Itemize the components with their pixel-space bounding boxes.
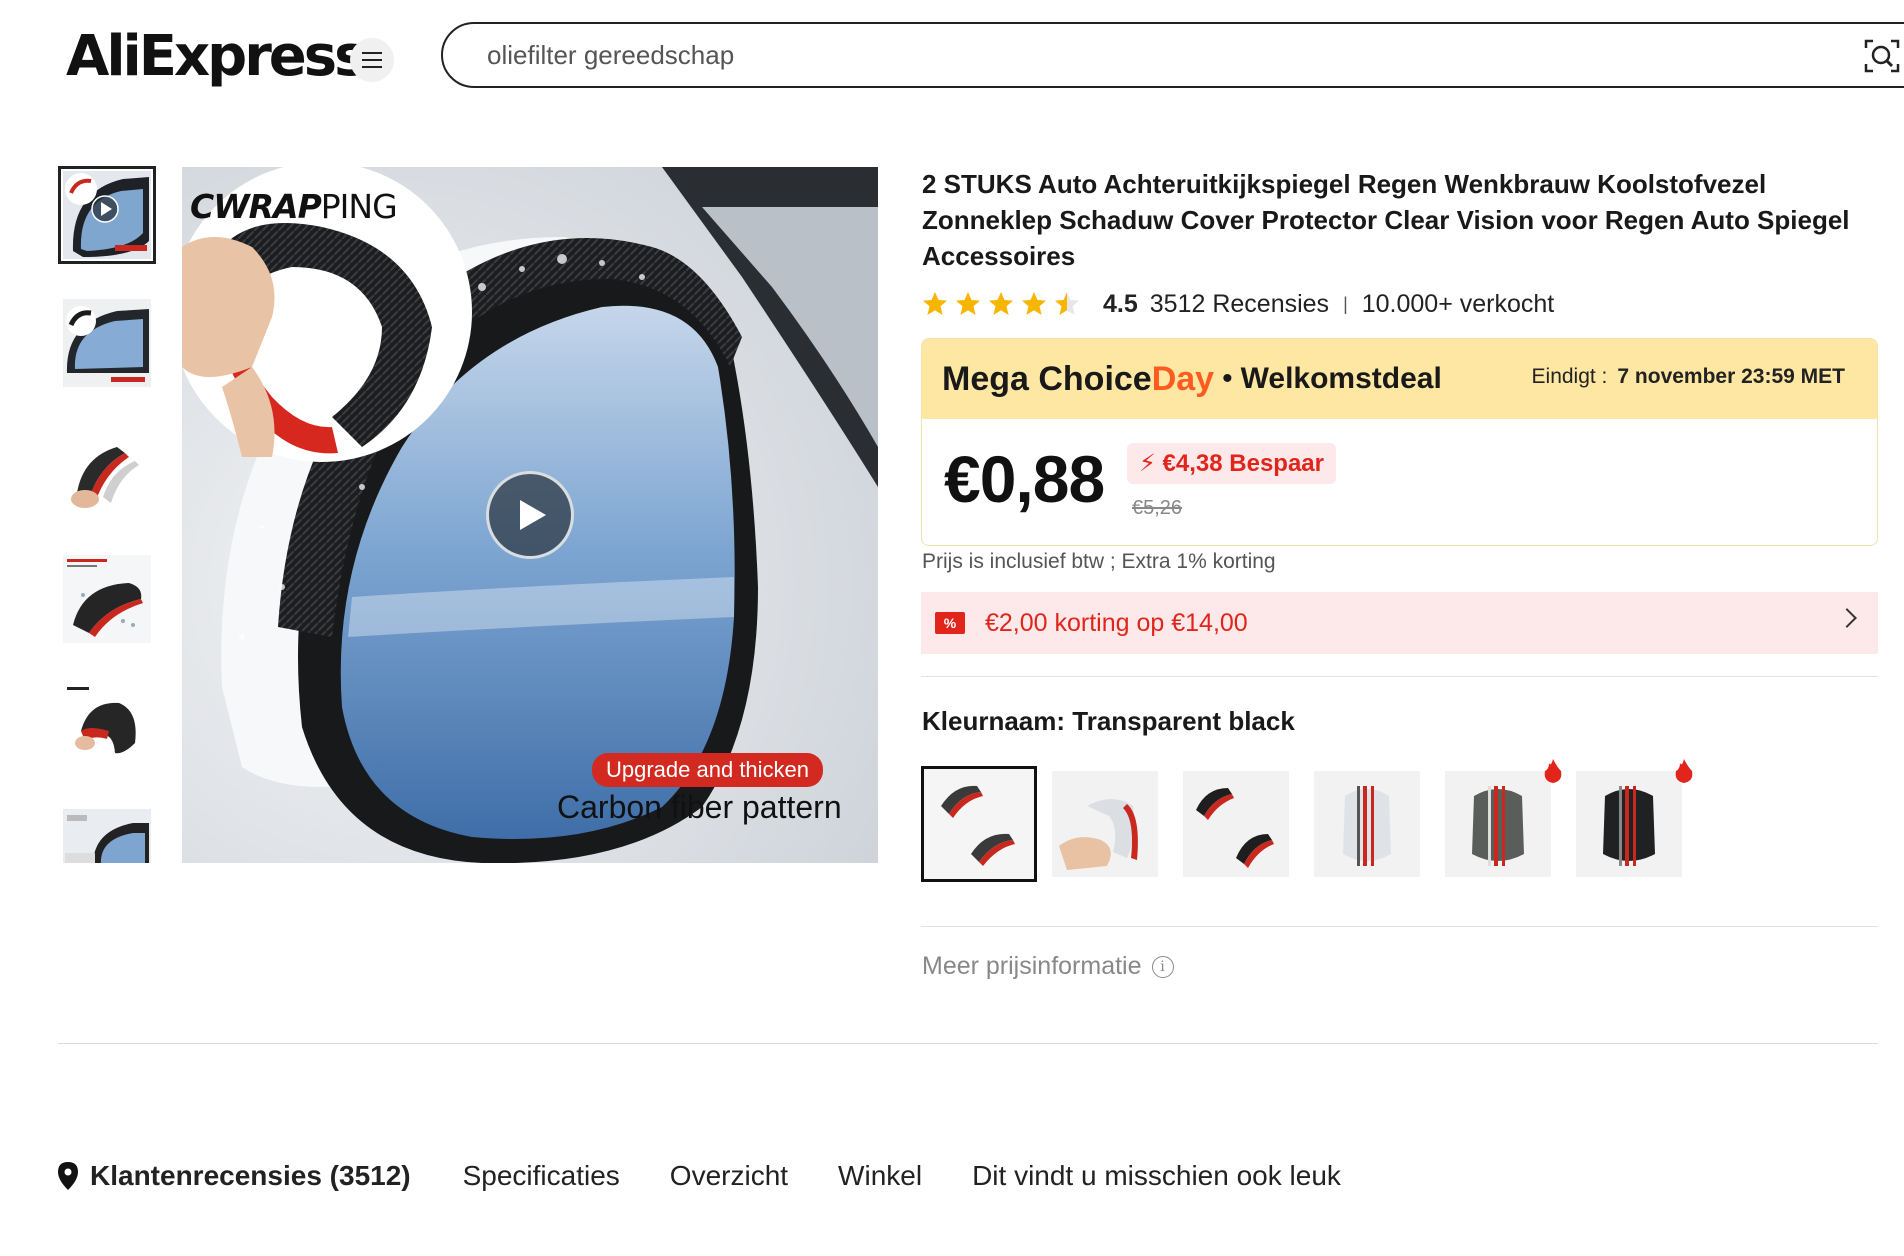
swatch-image: [1059, 799, 1138, 870]
section-divider: [58, 1043, 1878, 1044]
thumbnail-4[interactable]: [58, 550, 156, 648]
more-price-info-link[interactable]: Meer prijsinformatie i: [922, 952, 1174, 981]
play-video-button[interactable]: [486, 471, 574, 559]
tab-label: Specificaties: [462, 1160, 620, 1191]
mega-choice-day-label: Mega ChoiceDay: [942, 360, 1214, 399]
swatch-image: [1343, 786, 1391, 866]
fire-icon: [1544, 759, 1562, 783]
tab-store[interactable]: Winkel: [838, 1160, 922, 1192]
location-pin-icon: [58, 1162, 78, 1190]
thumbnail-image: [63, 809, 151, 863]
play-icon: [520, 500, 546, 530]
tab-recommendations[interactable]: Dit vindt u misschien ook leuk: [972, 1160, 1341, 1192]
divider: [921, 676, 1878, 677]
swatch-image: [1196, 788, 1274, 868]
tab-label: Overzicht: [669, 1160, 789, 1191]
hamburger-icon: [362, 52, 382, 68]
savings-badge: ⚡ €4,38 Bespaar: [1127, 443, 1336, 484]
vat-note: Prijs is inclusief btw ; Extra 1% kortin…: [922, 550, 1276, 573]
coupon-text: €2,00 korting op €14,00: [985, 608, 1248, 637]
ends-value: 7 november 23:59 MET: [1617, 365, 1845, 388]
chevron-right-icon: [1837, 608, 1857, 628]
deal-box: Mega ChoiceDay • Welkomstdeal Eindigt : 7…: [921, 338, 1878, 546]
tab-label: Dit vindt u misschien ook leuk: [972, 1160, 1341, 1191]
image-search-icon[interactable]: [1864, 38, 1900, 74]
coupon-banner[interactable]: % €2,00 korting op €14,00: [921, 592, 1878, 654]
aliexpress-logo[interactable]: AliExpress: [66, 22, 367, 92]
color-swatches: [921, 759, 1707, 882]
tab-specifications[interactable]: Specificaties: [463, 1160, 620, 1192]
star-icon: [989, 292, 1013, 315]
swatch-image: [1603, 786, 1655, 866]
swatch-image: [1472, 786, 1524, 866]
logo-text: AliExpress: [66, 24, 367, 89]
mega-choice-text: Mega Choice: [942, 359, 1152, 398]
lightning-icon: ⚡: [1139, 450, 1156, 477]
swatch-carbon-pair[interactable]: [1183, 771, 1289, 877]
thumbnail-image: [63, 427, 151, 515]
thumbnail-3[interactable]: [58, 422, 156, 520]
thumbnail-2[interactable]: [58, 294, 156, 392]
info-icon: i: [1151, 955, 1174, 978]
more-price-info-text: Meer prijsinformatie: [922, 952, 1142, 980]
thumbnail-image: [63, 171, 151, 259]
welcome-deal-label: Welkomstdeal: [1240, 362, 1442, 395]
swatch-black-tall[interactable]: [1576, 759, 1693, 877]
tab-label: Klantenrecensies (3512): [90, 1160, 411, 1191]
carbon-caption: Carbon fiber pattern: [557, 789, 842, 825]
menu-button[interactable]: [350, 38, 394, 82]
tab-overview[interactable]: Overzicht: [670, 1160, 788, 1192]
variant-label: Kleurnaam: Transparent black: [922, 706, 1295, 736]
star-icon: [1022, 292, 1046, 315]
savings-text: €4,38 Bespaar: [1162, 450, 1324, 477]
swatch-smoke-tall[interactable]: [1445, 759, 1562, 877]
thumbnail-5[interactable]: [58, 678, 156, 776]
upgrade-badge: Upgrade and thicken: [592, 753, 824, 787]
section-tabs: Klantenrecensies (3512) Specificaties Ov…: [58, 1160, 1391, 1192]
header: AliExpress: [0, 0, 1904, 112]
star-icon: [923, 292, 947, 315]
thumbnail-image: [63, 555, 151, 643]
deal-end-time: Eindigt : 7 november 23:59 MET: [1532, 365, 1845, 389]
product-title: 2 STUKS Auto Achteruitkijkspiegel Regen …: [922, 169, 1850, 271]
search-bar: [441, 22, 1904, 88]
deal-dot: •: [1222, 362, 1233, 395]
brand-watermark: CWRAPPING: [190, 187, 398, 226]
thumbnail-6[interactable]: [58, 806, 156, 866]
thumbnail-video[interactable]: [58, 166, 156, 264]
price-row: €0,88 ⚡ €4,38 Bespaar €5,26: [922, 419, 1877, 545]
fire-icon: [1675, 759, 1693, 783]
swatch-clear-tall[interactable]: [1314, 771, 1420, 877]
swatch-transparent-clear[interactable]: [1052, 771, 1158, 877]
brand-thin: PING: [320, 187, 398, 226]
divider: [921, 926, 1878, 927]
swatch-transparent-black[interactable]: [921, 766, 1037, 882]
separator: |: [1343, 293, 1348, 314]
ends-label: Eindigt :: [1531, 365, 1608, 388]
current-price: €0,88: [944, 442, 1105, 516]
tab-reviews[interactable]: Klantenrecensies (3512): [58, 1160, 411, 1192]
review-count-link[interactable]: 3512 Recensies: [1150, 290, 1329, 319]
original-price: €5,26: [1132, 497, 1183, 519]
tab-label: Winkel: [838, 1160, 923, 1191]
main-product-image[interactable]: CWRAPPING Upgrade and thicken Carbon fib…: [182, 167, 878, 863]
thumbnail-image: [63, 299, 151, 387]
star-icon: [1055, 292, 1079, 315]
day-text: Day: [1151, 359, 1215, 398]
brand-bold: CWRAP: [190, 187, 322, 226]
rating-value: 4.5: [1103, 289, 1138, 318]
coupon-icon: %: [935, 612, 965, 634]
star-rating[interactable]: [922, 291, 1087, 317]
star-icon: [956, 292, 980, 315]
thumbnail-image: [63, 683, 151, 771]
thumbnail-list: [58, 166, 158, 896]
sold-count: 10.000+ verkocht: [1361, 289, 1555, 318]
deal-header: Mega ChoiceDay • Welkomstdeal Eindigt : 7…: [922, 339, 1877, 419]
rating-row: 4.5 3512 Recensies | 10.000+ verkocht: [922, 286, 1554, 322]
swatch-image: [941, 785, 1015, 866]
search-input[interactable]: [487, 39, 1787, 71]
